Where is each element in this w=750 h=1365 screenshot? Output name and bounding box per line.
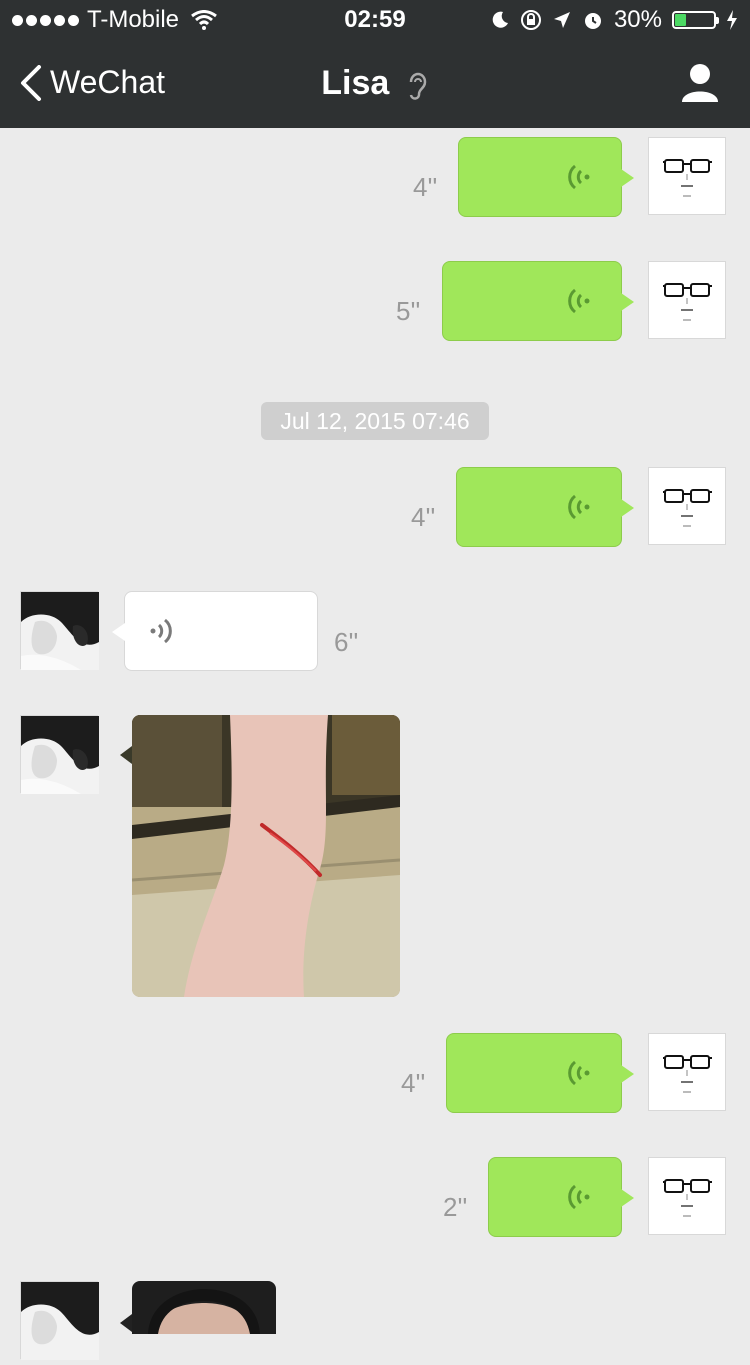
alarm-icon [584, 13, 601, 29]
chat-title: Lisa [0, 64, 750, 103]
top-bar: T-Mobile 02:59 30% WeChat Lisa [0, 0, 750, 128]
ear-icon [409, 72, 427, 100]
glasses-face-image [663, 283, 712, 321]
voice-duration: 5'' [396, 296, 421, 326]
voice-bubble[interactable] [456, 467, 634, 547]
voice-wave-icon [150, 618, 172, 644]
voice-wave-icon [568, 1060, 590, 1086]
rotation-lock-icon [520, 10, 541, 30]
my-avatar[interactable] [648, 1033, 726, 1111]
my-avatar[interactable] [648, 261, 726, 339]
my-avatar[interactable] [648, 467, 726, 545]
woman-portrait-image [21, 592, 99, 670]
glasses-face-image [663, 489, 712, 527]
glasses-face-image [663, 1055, 712, 1093]
contact-name: Lisa [321, 64, 390, 102]
profile-icon[interactable] [680, 62, 720, 102]
voice-bubble[interactable] [488, 1157, 634, 1237]
glasses-face-image [663, 159, 712, 197]
nav-bar: WeChat Lisa [0, 40, 750, 128]
woman-portrait-image [21, 716, 99, 794]
battery-icon [672, 11, 719, 29]
injured-arm-photo [132, 715, 400, 997]
voice-duration: 4'' [413, 172, 438, 202]
photo-message[interactable] [132, 715, 400, 997]
moon-icon [492, 11, 508, 28]
contact-avatar[interactable] [20, 591, 99, 670]
voice-wave-icon [568, 164, 590, 190]
my-avatar[interactable] [648, 137, 726, 215]
voice-duration: 4'' [411, 502, 436, 532]
voice-bubble[interactable] [458, 137, 634, 217]
voice-bubble[interactable] [112, 591, 318, 671]
voice-wave-icon [568, 288, 590, 314]
my-avatar[interactable] [648, 1157, 726, 1235]
contact-avatar[interactable] [20, 715, 99, 794]
voice-duration: 4'' [401, 1068, 426, 1098]
voice-duration: 6'' [334, 627, 359, 657]
charging-bolt-icon [727, 10, 737, 30]
face-photo [132, 1281, 276, 1334]
timestamp-label: Jul 12, 2015 07:46 [261, 402, 489, 440]
contact-avatar[interactable] [20, 1281, 99, 1360]
status-bar: T-Mobile 02:59 30% [0, 0, 750, 40]
woman-portrait-image [21, 1282, 99, 1360]
glasses-face-image [663, 1179, 712, 1217]
location-arrow-icon [553, 12, 570, 28]
voice-wave-icon [568, 1184, 590, 1210]
voice-bubble[interactable] [446, 1033, 634, 1113]
voice-bubble[interactable] [442, 261, 634, 341]
battery-fill [675, 14, 686, 26]
battery-percent: 30% [613, 6, 662, 33]
photo-message[interactable] [132, 1281, 276, 1334]
voice-wave-icon [568, 494, 590, 520]
voice-duration: 2'' [443, 1192, 468, 1222]
